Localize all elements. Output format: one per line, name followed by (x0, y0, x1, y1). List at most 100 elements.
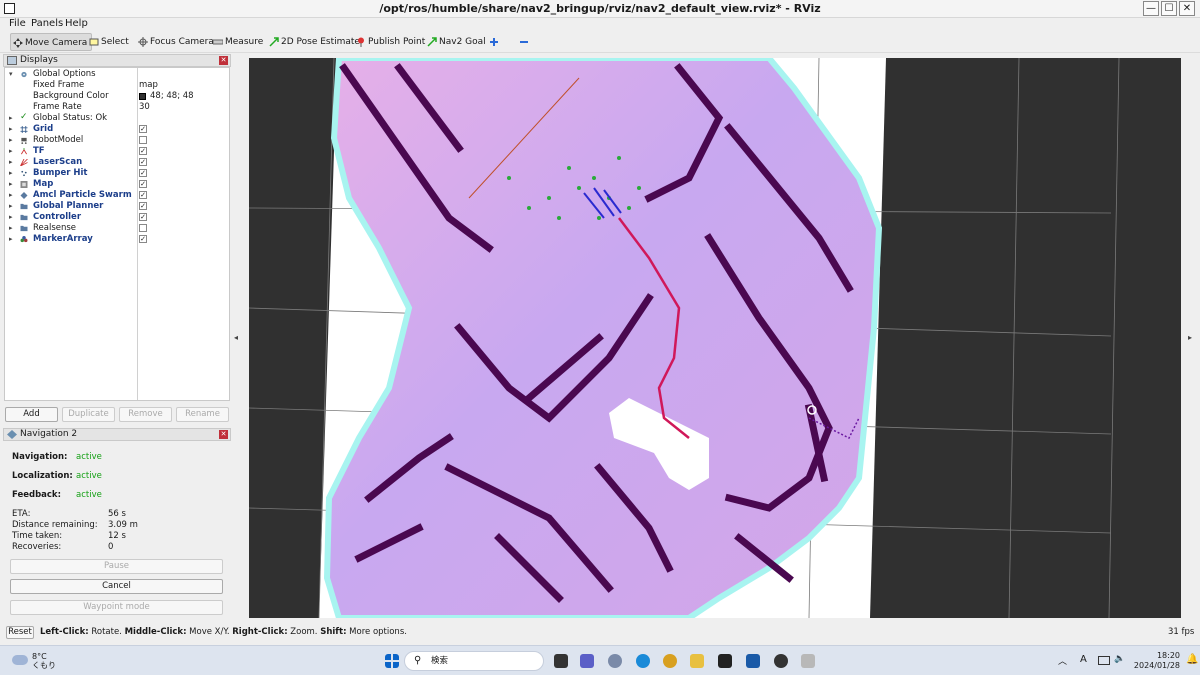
tool-focus-camera[interactable]: Focus Camera (136, 33, 214, 51)
rviz-taskbar-icon[interactable] (774, 654, 788, 668)
network-icon[interactable] (1098, 656, 1110, 665)
expand-arrow-icon[interactable]: ▸ (9, 157, 13, 168)
weather-widget[interactable]: 8°C くもり (12, 652, 56, 670)
remove-display-button[interactable]: Remove (119, 407, 172, 422)
remove-tool-button[interactable] (518, 33, 528, 51)
display-controller-checkbox[interactable]: ✓ (139, 213, 147, 221)
expand-arrow-icon[interactable]: ▸ (9, 223, 13, 234)
expand-arrow-icon[interactable]: ▸ (9, 146, 13, 157)
tool-measure[interactable]: Measure (211, 33, 263, 51)
tree-row-frame-rate[interactable]: Frame Rate 30 (5, 102, 229, 113)
tree-row-global-status[interactable]: ▸ ✓ Global Status: Ok (5, 112, 229, 124)
tool-select[interactable]: Select (87, 33, 129, 51)
tree-row-global-planner[interactable]: ▸ Global Planner ✓ (5, 201, 229, 212)
tree-row-controller[interactable]: ▸ Controller ✓ (5, 212, 229, 223)
expand-arrow-icon[interactable]: ▸ (9, 124, 13, 135)
duplicate-display-button[interactable]: Duplicate (62, 407, 115, 422)
tray-chevron-up-icon[interactable]: ︿ (1058, 654, 1067, 667)
tool-nav2-goal[interactable]: Nav2 Goal (425, 33, 486, 51)
file-explorer-icon[interactable] (690, 654, 704, 668)
hint-left-click: Left-Click: (40, 627, 89, 637)
expand-arrow-icon[interactable]: ▸ (9, 201, 13, 212)
background-color-value[interactable]: 48; 48; 48 (150, 91, 194, 102)
tree-row-realsense[interactable]: ▸ Realsense (5, 223, 229, 234)
display-bumper-hit-label: Bumper Hit (33, 168, 88, 178)
rename-display-button[interactable]: Rename (176, 407, 229, 422)
ime-indicator[interactable]: A (1080, 654, 1087, 665)
tree-row-markerarray[interactable]: ▸ MarkerArray ✓ (5, 234, 229, 245)
teams-chat-icon[interactable] (580, 654, 594, 668)
collapse-right-dock-icon[interactable]: ▸ (1188, 333, 1192, 342)
display-bumper-hit-checkbox[interactable]: ✓ (139, 169, 147, 177)
frame-rate-value[interactable]: 30 (139, 102, 150, 113)
display-map-checkbox[interactable]: ✓ (139, 180, 147, 188)
collapse-left-dock-icon[interactable]: ◂ (234, 333, 238, 342)
system-clock[interactable]: 18:20 2024/01/28 (1130, 651, 1180, 671)
tree-row-background-color[interactable]: Background Color 48; 48; 48 (5, 91, 229, 102)
maximize-button[interactable]: ☐ (1161, 1, 1177, 16)
expand-arrow-icon[interactable]: ▸ (9, 212, 13, 223)
chrome-browser-icon[interactable] (663, 654, 677, 668)
tree-row-fixed-frame[interactable]: Fixed Frame map (5, 80, 229, 91)
display-robotmodel-checkbox[interactable] (139, 136, 147, 144)
tree-row-robotmodel[interactable]: ▸ RobotModel (5, 135, 229, 146)
edge-browser-icon[interactable] (636, 654, 650, 668)
volume-icon[interactable]: 🔈 (1114, 654, 1125, 664)
menu-panels[interactable]: Panels (31, 18, 63, 29)
tree-row-laserscan[interactable]: ▸ LaserScan ✓ (5, 157, 229, 168)
pause-button[interactable]: Pause (10, 559, 223, 574)
tree-row-global-options[interactable]: ▾ Global Options (5, 69, 229, 80)
settings-gear-icon[interactable] (608, 654, 622, 668)
display-realsense-checkbox[interactable] (139, 224, 147, 232)
cancel-navigation-button[interactable]: Cancel (10, 579, 223, 594)
menu-file[interactable]: File (9, 18, 26, 29)
windows-start-icon[interactable] (385, 654, 399, 668)
fixed-frame-value[interactable]: map (139, 80, 158, 91)
app-window-icon[interactable] (801, 654, 815, 668)
displays-panel-close-icon[interactable]: ✕ (219, 56, 228, 65)
display-grid-checkbox[interactable]: ✓ (139, 125, 147, 133)
display-controller-label: Controller (33, 212, 82, 222)
waypoint-mode-button[interactable]: Waypoint mode (10, 600, 223, 615)
expand-arrow-icon[interactable]: ▸ (9, 190, 13, 201)
tree-row-amcl-particle-swarm[interactable]: ▸ Amcl Particle Swarm ✓ (5, 190, 229, 201)
minimize-button[interactable]: — (1143, 1, 1159, 16)
store-icon[interactable] (746, 654, 760, 668)
display-amcl-particle-swarm-checkbox[interactable]: ✓ (139, 191, 147, 199)
display-markerarray-checkbox[interactable]: ✓ (139, 235, 147, 243)
notification-bell-icon[interactable]: 🔔 (1186, 654, 1198, 665)
display-laserscan-checkbox[interactable]: ✓ (139, 158, 147, 166)
tree-row-bumper-hit[interactable]: ▸ Bumper Hit ✓ (5, 168, 229, 179)
expand-arrow-icon[interactable]: ▸ (9, 179, 13, 190)
expand-arrow-icon[interactable]: ▾ (9, 69, 13, 80)
tree-row-grid[interactable]: ▸ Grid ✓ (5, 124, 229, 135)
tree-row-tf[interactable]: ▸ TF ✓ (5, 146, 229, 157)
focus-camera-icon (138, 37, 148, 47)
reset-view-button[interactable]: Reset (6, 626, 34, 639)
menu-help[interactable]: Help (65, 18, 88, 29)
close-button[interactable]: ✕ (1179, 1, 1195, 16)
navigation-panel-close-icon[interactable]: ✕ (219, 430, 228, 439)
display-map-label: Map (33, 179, 54, 189)
expand-arrow-icon[interactable]: ▸ (9, 234, 13, 245)
expand-arrow-icon[interactable]: ▸ (9, 113, 13, 124)
fixed-frame-label: Fixed Frame (33, 80, 85, 90)
tool-publish-point[interactable]: Publish Point (354, 33, 425, 51)
displays-panel-header: Displays ✕ (3, 54, 231, 67)
add-display-button[interactable]: Add (5, 407, 58, 422)
tool-move-camera[interactable]: Move Camera (10, 33, 93, 51)
display-global-planner-checkbox[interactable]: ✓ (139, 202, 147, 210)
time-taken-label: Time taken: (12, 531, 63, 541)
tree-row-map[interactable]: ▸ Map ✓ (5, 179, 229, 190)
terminal-icon[interactable] (718, 654, 732, 668)
task-view-icon[interactable] (554, 654, 568, 668)
tool-2d-pose-estimate[interactable]: 2D Pose Estimate (267, 33, 360, 51)
display-tf-checkbox[interactable]: ✓ (139, 147, 147, 155)
expand-arrow-icon[interactable]: ▸ (9, 135, 13, 146)
expand-arrow-icon[interactable]: ▸ (9, 168, 13, 179)
taskbar-search-box[interactable]: ⚲ 検索 (404, 651, 544, 671)
add-tool-button[interactable] (488, 33, 498, 51)
display-grid-label: Grid (33, 124, 54, 134)
background-color-swatch[interactable] (139, 93, 146, 100)
rviz-3d-viewport[interactable] (249, 58, 1181, 618)
